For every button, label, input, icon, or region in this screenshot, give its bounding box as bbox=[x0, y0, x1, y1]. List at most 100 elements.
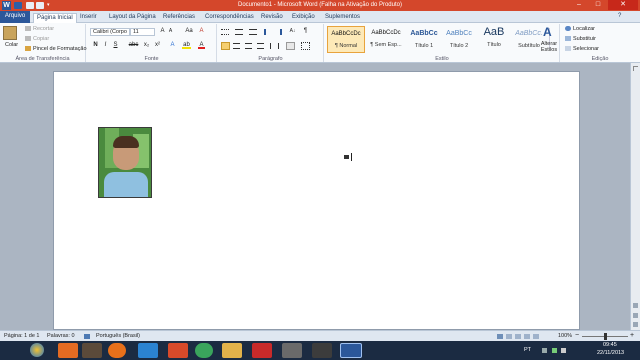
replace-icon bbox=[565, 36, 571, 42]
minimize-button[interactable]: – bbox=[570, 0, 588, 10]
font-size-select[interactable]: 11 bbox=[130, 28, 155, 36]
superscript-button[interactable]: x² bbox=[153, 42, 162, 49]
media-player-icon[interactable] bbox=[58, 343, 78, 358]
browse-object-icon[interactable] bbox=[633, 313, 638, 318]
language-indicator[interactable]: PT bbox=[524, 347, 531, 353]
firefox-icon[interactable] bbox=[108, 343, 126, 358]
decrease-indent-icon[interactable] bbox=[264, 29, 271, 35]
start-button-icon[interactable] bbox=[30, 343, 44, 357]
change-styles-button[interactable]: A Alterar Estilos bbox=[538, 25, 560, 59]
clock-date[interactable]: 22/11/2013 bbox=[597, 350, 624, 356]
align-center-icon[interactable] bbox=[233, 43, 240, 49]
shading-icon[interactable] bbox=[286, 42, 295, 50]
replace-button[interactable]: Substituir bbox=[565, 36, 596, 42]
chrome-icon[interactable] bbox=[195, 343, 213, 358]
tab-mailings[interactable]: Correspondências bbox=[205, 13, 254, 23]
borders-icon[interactable] bbox=[301, 42, 310, 50]
highlight-button[interactable]: ab bbox=[182, 42, 191, 49]
format-painter-button[interactable]: Pincel de Formatação bbox=[25, 46, 87, 52]
vertical-scrollbar[interactable] bbox=[630, 63, 640, 330]
prev-page-icon[interactable] bbox=[633, 303, 638, 308]
copy-button[interactable]: Copiar bbox=[25, 36, 49, 42]
next-page-icon[interactable] bbox=[633, 322, 638, 327]
tab-add-ins[interactable]: Suplementos bbox=[325, 13, 360, 23]
media-icon[interactable] bbox=[168, 343, 188, 358]
bullets-icon[interactable] bbox=[221, 29, 229, 35]
subscript-button[interactable]: x₂ bbox=[142, 42, 151, 49]
justify-icon[interactable] bbox=[257, 43, 264, 49]
help-icon[interactable]: ? bbox=[618, 13, 625, 20]
grow-font-button[interactable]: A bbox=[159, 28, 166, 35]
font-color-button[interactable]: A bbox=[198, 42, 205, 49]
tab-page-layout[interactable]: Layout da Página bbox=[109, 13, 156, 23]
language[interactable]: Português (Brasil) bbox=[96, 333, 140, 339]
app-icon[interactable] bbox=[282, 343, 302, 358]
proofing-icon[interactable] bbox=[84, 334, 90, 339]
zoom-slider[interactable] bbox=[582, 333, 628, 340]
close-button[interactable]: ✕ bbox=[608, 0, 638, 10]
inserted-photo[interactable] bbox=[98, 127, 152, 198]
sort-button[interactable]: A↓ bbox=[288, 28, 297, 35]
style-heading-2[interactable]: AaBbCc Título 2 bbox=[440, 26, 478, 53]
volume-icon[interactable] bbox=[561, 348, 566, 353]
tab-review[interactable]: Revisão bbox=[261, 13, 283, 23]
style-normal[interactable]: AaBbCcDc ¶ Normal bbox=[327, 26, 365, 53]
tab-view[interactable]: Exibição bbox=[292, 13, 315, 23]
shrink-font-button[interactable]: A bbox=[167, 28, 174, 35]
clear-formatting-button[interactable]: A bbox=[198, 28, 205, 35]
outline-icon[interactable] bbox=[524, 334, 530, 339]
cut-button[interactable]: Recortar bbox=[25, 26, 54, 32]
tab-file[interactable]: Arquivo bbox=[0, 11, 30, 23]
maximize-button[interactable]: □ bbox=[589, 0, 607, 10]
styles-group: AaBbCcDc ¶ Normal AaBbCcDc ¶ Sem Esp... … bbox=[325, 24, 560, 62]
zoom-in-button[interactable]: + bbox=[630, 332, 634, 339]
line-spacing-icon[interactable] bbox=[270, 43, 279, 49]
print-layout-icon[interactable] bbox=[497, 334, 503, 339]
zoom-level[interactable]: 100% bbox=[558, 333, 572, 339]
increase-indent-icon[interactable] bbox=[275, 29, 282, 35]
explorer-icon[interactable] bbox=[222, 343, 242, 358]
internet-explorer-icon[interactable] bbox=[138, 343, 158, 358]
text-effects-button[interactable]: A bbox=[169, 42, 176, 49]
ruler-toggle-icon[interactable] bbox=[633, 66, 638, 71]
page-count[interactable]: Página: 1 de 1 bbox=[4, 333, 39, 339]
italic-button[interactable]: I bbox=[102, 42, 109, 49]
zoom-thumb[interactable] bbox=[603, 333, 607, 340]
change-case-button[interactable]: Aa bbox=[184, 28, 194, 35]
web-layout-icon[interactable] bbox=[515, 334, 521, 339]
paste-button[interactable]: Colar bbox=[5, 42, 18, 48]
document-page[interactable] bbox=[53, 71, 580, 330]
tray-arrow-icon[interactable] bbox=[542, 348, 547, 353]
multilevel-list-icon[interactable] bbox=[249, 29, 257, 35]
style-no-spacing[interactable]: AaBbCcDc ¶ Sem Esp... bbox=[367, 26, 405, 53]
change-styles-icon: A bbox=[543, 25, 552, 39]
network-icon[interactable] bbox=[552, 348, 557, 353]
zoom-out-button[interactable]: − bbox=[575, 332, 579, 339]
underline-button[interactable]: S bbox=[112, 42, 119, 49]
numbering-icon[interactable] bbox=[235, 29, 243, 35]
tab-insert[interactable]: Inserir bbox=[80, 13, 97, 23]
paste-icon[interactable] bbox=[3, 26, 17, 40]
show-marks-button[interactable]: ¶ bbox=[302, 28, 309, 35]
terminal-icon[interactable] bbox=[312, 343, 332, 358]
editing-group: Localizar Substituir Selecionar Edição bbox=[561, 24, 639, 62]
style-title[interactable]: AaB Título bbox=[475, 26, 513, 53]
tab-references[interactable]: Referências bbox=[163, 13, 195, 23]
find-button[interactable]: Localizar bbox=[565, 26, 595, 32]
paragraph-group: A↓ ¶ Parágrafo bbox=[218, 24, 324, 62]
clock-time[interactable]: 09:45 bbox=[603, 342, 617, 348]
strikethrough-button[interactable]: abc bbox=[128, 42, 139, 49]
bold-button[interactable]: N bbox=[92, 42, 99, 49]
style-heading-1[interactable]: AaBbCc Título 1 bbox=[405, 26, 443, 53]
font-name-select[interactable]: Calibri (Corpo bbox=[90, 28, 130, 36]
align-right-icon[interactable] bbox=[245, 43, 252, 49]
select-button[interactable]: Selecionar bbox=[565, 46, 599, 52]
word-taskbar-icon[interactable] bbox=[340, 343, 362, 358]
acrobat-icon[interactable] bbox=[252, 343, 272, 358]
clipboard-label: Área de Transferência bbox=[15, 56, 70, 62]
full-screen-icon[interactable] bbox=[506, 334, 512, 339]
align-left-icon[interactable] bbox=[221, 42, 230, 50]
draft-icon[interactable] bbox=[533, 334, 539, 339]
word-count[interactable]: Palavras: 0 bbox=[47, 333, 75, 339]
game-icon[interactable] bbox=[82, 343, 102, 358]
